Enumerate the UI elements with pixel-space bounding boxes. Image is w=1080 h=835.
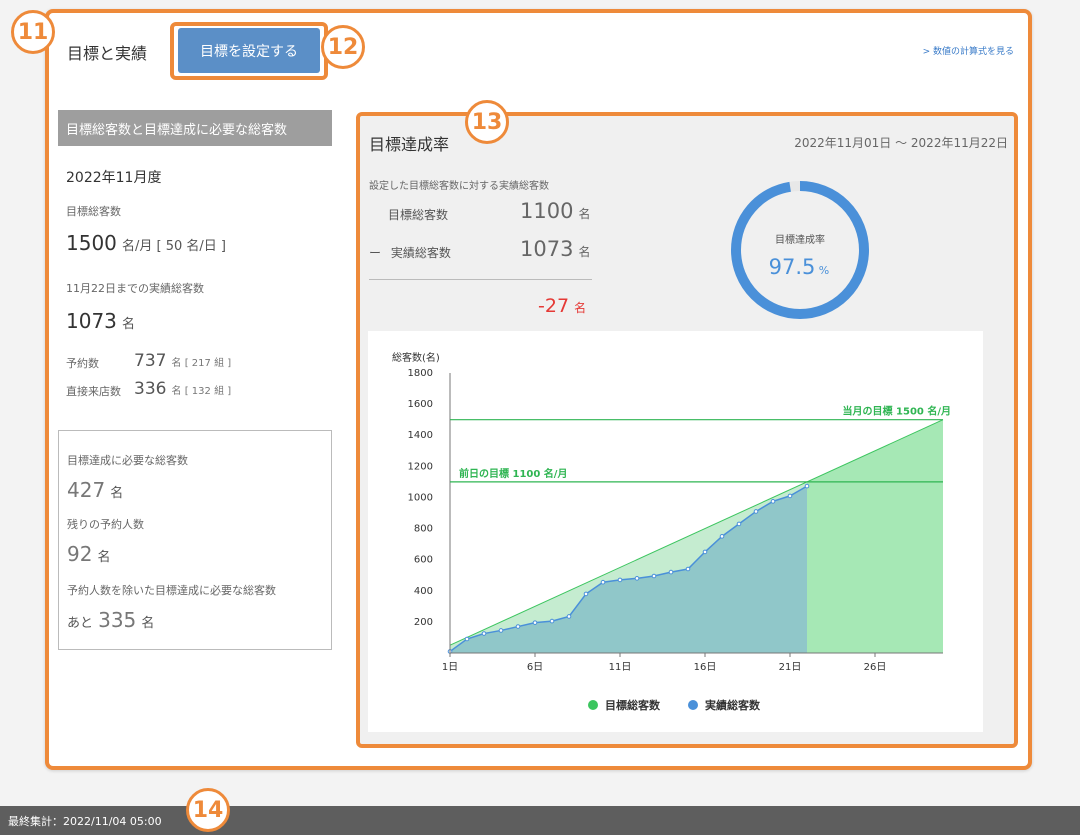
rate-actual-label: 実績総客数 [390, 246, 451, 260]
actual-point [634, 576, 640, 581]
y-tick-label: 1400 [408, 430, 433, 441]
minus-sign: ー [369, 246, 382, 260]
remaining-reservations-value: 92 [67, 542, 93, 566]
gauge-unit: % [819, 264, 829, 277]
walkin-label: 直接来店数 [66, 385, 121, 398]
callout-badge-11: 11 [11, 10, 55, 54]
need-value: 427 [67, 478, 106, 502]
actual-point [600, 579, 606, 585]
y-tick-label: 1600 [408, 399, 433, 410]
actual-point [566, 614, 572, 619]
target-total-value: 1500 [66, 231, 117, 255]
actual-point [481, 631, 487, 636]
callout-badge-14: 14 [186, 788, 230, 832]
need-unit: 名 [110, 486, 124, 501]
x-tick-label: 1日 [442, 662, 458, 673]
achievement-gauge: 目標達成率 97.5 % [731, 181, 869, 319]
actual-point [617, 577, 623, 583]
actual-point [770, 499, 776, 504]
need-label: 目標達成に必要な総客数 [67, 454, 188, 467]
rate-actual-value: 1073 [520, 237, 574, 261]
excluding-unit: 名 [141, 616, 155, 631]
actual-total-label: 11月22日までの実績総客数 [66, 282, 204, 295]
calc-formula-link[interactable]: > 数値の計算式を見る [923, 44, 1014, 57]
y-axis-label: 総客数(名) [392, 351, 440, 364]
actual-point [736, 521, 742, 527]
y-tick-label: 400 [414, 586, 433, 597]
y-tick-label: 200 [414, 617, 433, 628]
rate-title: 目標達成率 [369, 135, 450, 154]
legend-marker [588, 700, 598, 710]
callout-badge-13: 13 [465, 100, 509, 144]
reservation-value: 737 [134, 351, 167, 371]
rate-date-range: 2022年11月01日 〜 2022年11月22日 [794, 136, 1008, 150]
x-tick-label: 6日 [527, 662, 543, 673]
sum-divider [369, 279, 592, 280]
legend-label: 目標総客数 [605, 698, 661, 712]
footer-bar: 最終集計：2022/11/04 05:00 [0, 806, 1080, 835]
target-area-future [807, 419, 943, 653]
rate-diff-value: -27 [538, 295, 570, 317]
y-tick-label: 1200 [408, 461, 433, 472]
actual-point [753, 509, 759, 514]
y-tick-label: 1000 [408, 492, 433, 503]
actual-total-unit: 名 [122, 317, 136, 332]
actual-point [498, 628, 504, 633]
rate-target-value: 1100 [520, 199, 574, 223]
x-tick-label: 11日 [609, 662, 632, 673]
actual-point [804, 483, 810, 489]
actual-point [549, 618, 555, 624]
excluding-reservations-label: 予約人数を除いた目標達成に必要な総客数 [67, 584, 276, 597]
callout-badge-12: 12 [321, 25, 365, 69]
reference-label-monthly: 当月の目標 1500 名/月 [843, 405, 951, 418]
cumulative-visitors-chart: 200 400 600 800 1000 1200 1400 1600 1800 1日 6日 11日 1… [392, 351, 951, 712]
last-aggregated-label: 最終集計：2022/11/04 05:00 [8, 814, 162, 828]
gauge-label: 目標達成率 [775, 233, 825, 246]
gauge-value: 97.5 [769, 255, 816, 279]
y-tick-label: 800 [414, 524, 433, 535]
actual-point [583, 591, 589, 597]
reservation-label: 予約数 [66, 357, 99, 370]
legend-label: 実績総客数 [705, 698, 761, 712]
section-title: 目標と実績 [67, 44, 148, 63]
set-goal-button[interactable]: 目標を設定する [178, 28, 320, 73]
excluding-prefix: あと [67, 616, 94, 631]
x-tick-label: 26日 [864, 662, 887, 673]
actual-point [719, 534, 725, 539]
rate-target-unit: 名 [578, 207, 591, 221]
rate-target-label: 目標総客数 [388, 208, 449, 222]
target-total-unit: 名/月 [ 50 名/日 ] [122, 239, 226, 254]
excluding-value: 335 [98, 608, 137, 632]
legend-marker [688, 700, 698, 710]
actual-point [787, 493, 793, 499]
period-label: 2022年11月度 [66, 170, 162, 186]
remaining-reservations-unit: 名 [97, 550, 111, 565]
left-column-header: 目標総客数と目標達成に必要な総客数 [58, 110, 332, 146]
rate-description: 設定した目標総客数に対する実績総客数 [369, 181, 549, 192]
target-total-label: 目標総客数 [66, 205, 121, 218]
actual-point [685, 566, 691, 572]
rate-diff-unit: 名 [574, 301, 587, 315]
actual-point [532, 620, 538, 625]
reference-label-previous-day: 前日の目標 1100 名/月 [459, 467, 567, 480]
actual-total-value: 1073 [66, 309, 117, 333]
remaining-reservations-label: 残りの予約人数 [67, 518, 144, 531]
actual-point [668, 569, 674, 575]
walkin-unit: 名 [ 132 組 ] [171, 386, 232, 397]
reservation-unit: 名 [ 217 組 ] [171, 358, 232, 369]
gauge-progress-arc [731, 181, 869, 319]
x-tick-label: 21日 [779, 662, 802, 673]
actual-point [651, 573, 657, 579]
x-tick-label: 16日 [694, 662, 717, 673]
rate-actual-unit: 名 [578, 245, 591, 259]
y-tick-label: 1800 [408, 368, 433, 379]
actual-point [702, 549, 708, 555]
y-tick-label: 600 [414, 555, 433, 566]
actual-point [515, 624, 521, 629]
actual-point [464, 636, 470, 642]
walkin-value: 336 [134, 379, 167, 399]
